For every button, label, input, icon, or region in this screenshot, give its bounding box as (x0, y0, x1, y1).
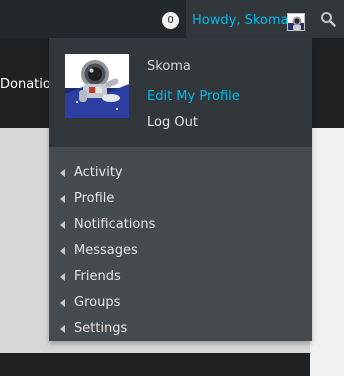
user-info-panel: Skoma Edit My Profile Log Out (49, 38, 312, 147)
search-icon[interactable] (320, 11, 336, 27)
avatar-small[interactable] (287, 13, 305, 31)
menu-item-profile[interactable]: Profile (49, 187, 312, 213)
menu-item-messages[interactable]: Messages (49, 239, 312, 265)
menu-item-groups[interactable]: Groups (49, 291, 312, 317)
menu-item-notifications[interactable]: Notifications (49, 213, 312, 239)
account-dropdown: Skoma Edit My Profile Log Out Activity P… (49, 38, 312, 341)
menu-item-label: Profile (74, 191, 115, 206)
avatar[interactable] (65, 54, 129, 118)
notification-count-badge[interactable]: 0 (162, 12, 179, 29)
menu-item-friends[interactable]: Friends (49, 265, 312, 291)
caret-left-icon (60, 273, 65, 281)
caret-left-icon (60, 325, 65, 333)
footer-strip (0, 353, 310, 376)
page-margin (310, 128, 344, 376)
profile-menu: Activity Profile Notifications Messages … (49, 147, 312, 341)
caret-left-icon (60, 221, 65, 229)
howdy-greeting[interactable]: Howdy, Skoma (192, 13, 288, 28)
astronaut-avatar-icon (65, 54, 129, 118)
menu-item-activity[interactable]: Activity (49, 161, 312, 187)
display-name[interactable]: Skoma (147, 59, 191, 74)
caret-left-icon (60, 247, 65, 255)
edit-profile-link[interactable]: Edit My Profile (147, 89, 240, 104)
admin-bar: 0 Howdy, Skoma (0, 0, 344, 38)
menu-item-label: Notifications (74, 217, 156, 232)
my-account-menu[interactable]: Howdy, Skoma (186, 0, 312, 38)
search-toggle[interactable] (312, 0, 344, 38)
menu-item-label: Groups (74, 295, 121, 310)
log-out-link[interactable]: Log Out (147, 115, 198, 130)
menu-item-label: Messages (74, 243, 138, 258)
caret-left-icon (60, 299, 65, 307)
menu-item-label: Activity (74, 165, 123, 180)
menu-item-settings[interactable]: Settings (49, 317, 312, 343)
menu-item-label: Friends (74, 269, 121, 284)
menu-item-label: Settings (74, 321, 128, 336)
caret-left-icon (60, 195, 65, 203)
caret-left-icon (60, 169, 65, 177)
page: Donation 0 Howdy, Skoma Skoma Edit My Pr… (0, 0, 344, 376)
